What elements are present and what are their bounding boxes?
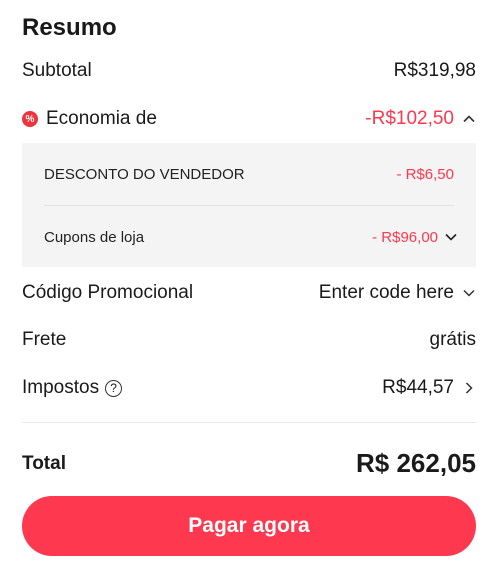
store-coupons-value: - R$96,00 <box>372 228 438 246</box>
promo-code-input[interactable]: Enter code here <box>319 282 476 304</box>
chevron-up-icon[interactable] <box>462 112 476 126</box>
seller-discount-row: DESCONTO DO VENDEDOR - R$6,50 <box>44 161 458 187</box>
total-value: R$ 262,05 <box>356 448 476 478</box>
shipping-value: grátis <box>429 329 476 350</box>
shipping-row: Frete grátis <box>22 325 476 355</box>
pay-now-button[interactable]: Pagar agora <box>22 496 476 556</box>
summary-divider <box>22 422 476 423</box>
panel-divider <box>44 205 454 206</box>
chevron-down-icon[interactable] <box>444 230 458 244</box>
order-summary: Resumo Subtotal R$319,98 % Economia de -… <box>22 0 476 562</box>
discount-badge-icon: % <box>22 111 38 127</box>
total-row: Total R$ 262,05 <box>22 448 476 479</box>
subtotal-value: R$319,98 <box>393 60 476 81</box>
chevron-right-icon[interactable] <box>462 381 476 395</box>
store-coupons-label: Cupons de loja <box>44 228 145 246</box>
taxes-value-group: R$44,57 <box>382 377 476 399</box>
savings-value-group: -R$102,50 <box>365 108 476 130</box>
summary-title: Resumo <box>22 14 117 41</box>
savings-label-group: % Economia de <box>22 108 157 130</box>
help-circle-icon[interactable]: ? <box>105 379 123 397</box>
seller-discount-label: DESCONTO DO VENDEDOR <box>44 165 245 183</box>
subtotal-row: Subtotal R$319,98 <box>22 56 476 86</box>
taxes-row[interactable]: Impostos ? R$44,57 <box>22 373 476 403</box>
taxes-label: Impostos <box>22 377 100 398</box>
promo-code-label: Código Promocional <box>22 282 194 303</box>
promo-code-placeholder: Enter code here <box>318 282 454 303</box>
store-coupons-row[interactable]: Cupons de loja - R$96,00 <box>44 224 458 250</box>
taxes-label-group: Impostos ? <box>22 377 123 399</box>
subtotal-label: Subtotal <box>22 60 92 81</box>
savings-value: -R$102,50 <box>365 108 454 129</box>
total-label: Total <box>22 452 66 474</box>
promo-code-row[interactable]: Código Promocional Enter code here <box>22 278 476 308</box>
shipping-label: Frete <box>22 329 67 350</box>
store-coupons-value-group: - R$96,00 <box>372 229 458 246</box>
savings-label: Economia de <box>46 108 157 129</box>
seller-discount-value: - R$6,50 <box>396 165 454 183</box>
chevron-down-icon[interactable] <box>462 286 476 300</box>
savings-row[interactable]: % Economia de -R$102,50 <box>22 104 476 134</box>
discount-details-panel: DESCONTO DO VENDEDOR - R$6,50 Cupons de … <box>22 143 476 267</box>
taxes-value: R$44,57 <box>382 377 454 398</box>
